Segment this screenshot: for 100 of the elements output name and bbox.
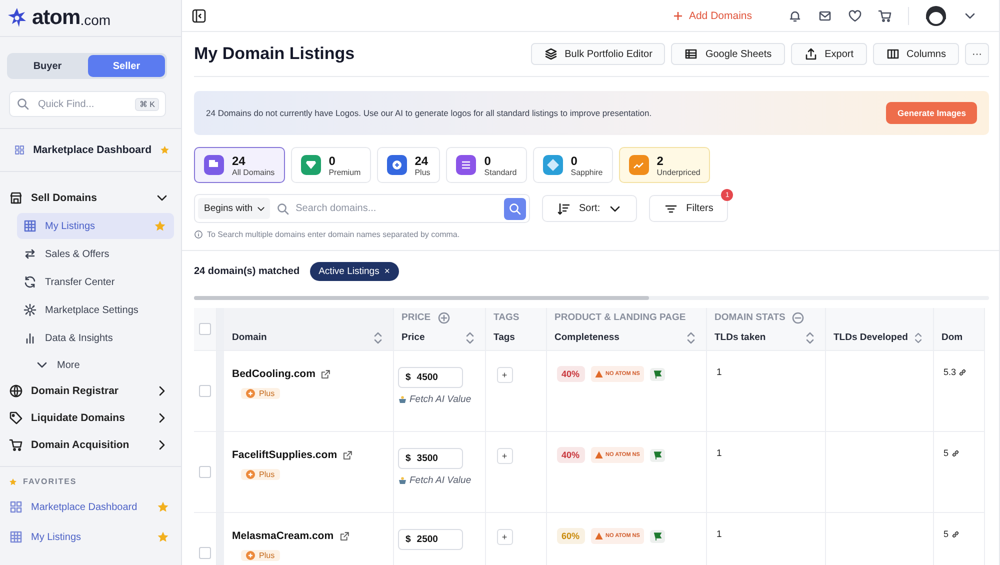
star-icon[interactable] xyxy=(9,478,17,486)
sidebar-item[interactable]: Sales & Offers xyxy=(17,241,174,267)
select-all-checkbox[interactable] xyxy=(198,323,211,335)
logo-wordmark: atom xyxy=(32,6,80,30)
sidebar-item[interactable]: Transfer Center xyxy=(17,269,174,295)
category-tab[interactable]: 24 Plus xyxy=(376,147,440,183)
banner-text: 24 Domains do not currently have Logos. Use our AI to generate logos for all standard listings to improve presentation. xyxy=(206,108,653,118)
logo-suffix: .com xyxy=(80,12,111,28)
column-header[interactable]: Tags xyxy=(494,327,538,348)
toolbar-button[interactable]: Columns xyxy=(872,43,959,65)
add-tag-button[interactable]: + xyxy=(496,448,512,464)
collapse-sidebar-icon[interactable] xyxy=(192,8,206,22)
table-cell-text: 1 xyxy=(716,448,723,459)
category-tab[interactable]: 0 Premium xyxy=(290,147,371,183)
external-link-icon xyxy=(342,450,354,460)
column-group-header: PRODUCT & LANDING PAGE xyxy=(554,312,686,323)
column-group-header: TAGS xyxy=(494,312,520,323)
row-checkbox[interactable] xyxy=(198,547,211,559)
fetch-ai-value-link[interactable]: Fetch AI Value xyxy=(398,475,484,486)
row-checkbox[interactable] xyxy=(198,385,211,397)
domain-name[interactable]: BedCooling.com xyxy=(232,368,316,380)
toolbar-button[interactable]: ··· xyxy=(965,43,989,65)
price-field[interactable]: $ 3500 xyxy=(398,448,462,469)
toolbar-button[interactable]: Bulk Portfolio Editor xyxy=(530,43,666,65)
link-icon xyxy=(958,368,968,376)
tier-badge: Plus xyxy=(241,388,280,399)
search-icon xyxy=(508,202,522,216)
external-link-icon xyxy=(320,368,332,380)
page-title: My Domain Listings xyxy=(194,44,356,64)
table-cell-text: 1 xyxy=(716,367,723,378)
flag-icon xyxy=(650,530,665,542)
star-icon[interactable] xyxy=(157,531,169,543)
info-icon xyxy=(194,230,203,238)
completeness-badge: 40% xyxy=(556,366,585,382)
fetch-ai-value-link[interactable]: Fetch AI Value xyxy=(398,394,484,405)
toolbar-button[interactable]: Google Sheets xyxy=(671,43,785,65)
quick-find-field[interactable]: Quick Find... ⌘ K xyxy=(9,91,166,117)
sheet-icon xyxy=(684,47,698,61)
sidebar-section[interactable]: Sell Domains xyxy=(0,184,181,211)
sidebar-item[interactable]: Marketplace Settings xyxy=(17,297,174,323)
mode-toggle-button[interactable]: Buyer xyxy=(9,55,86,77)
sidebar-section[interactable]: Liquidate Domains xyxy=(0,404,181,431)
category-tab[interactable]: 0 Standard xyxy=(446,147,527,183)
favorite-item[interactable]: My Listings xyxy=(0,522,181,552)
column-header[interactable]: TLDs taken xyxy=(714,327,816,348)
favorite-item[interactable]: Marketplace Dashboard xyxy=(0,492,181,522)
add-tag-button[interactable]: + xyxy=(496,367,512,383)
plus-circle-icon xyxy=(436,310,451,324)
search-icon xyxy=(276,202,290,216)
shortcut-hint: ⌘ K xyxy=(135,98,159,110)
price-field[interactable]: $ 4500 xyxy=(398,367,462,388)
heart-icon[interactable] xyxy=(848,8,862,22)
column-header[interactable]: Price xyxy=(402,327,476,348)
sidebar-item[interactable]: Data & Insights xyxy=(17,325,174,351)
tier-badge: Plus xyxy=(241,469,280,480)
cart-icon[interactable] xyxy=(878,8,892,22)
column-header[interactable]: Completeness xyxy=(554,327,698,348)
search-icon xyxy=(16,97,30,111)
column-group-header: DOMAIN STATS xyxy=(714,312,786,323)
category-tab[interactable]: 0 Sapphire xyxy=(532,147,613,183)
match-mode-dropdown[interactable]: Begins with xyxy=(198,198,270,219)
filters-button[interactable]: Filters xyxy=(649,195,728,222)
price-field[interactable]: $ 2500 xyxy=(398,529,462,550)
category-tab[interactable]: 24 All Domains xyxy=(194,147,285,183)
sort-button[interactable]: Sort: xyxy=(542,195,638,222)
more-toggle[interactable]: More xyxy=(26,353,181,377)
star-icon[interactable] xyxy=(160,144,169,156)
column-group-header: PRICE xyxy=(402,312,431,323)
star-icon[interactable] xyxy=(154,220,166,232)
sidebar-section[interactable]: Domain Acquisition xyxy=(0,431,181,458)
search-button[interactable] xyxy=(504,198,526,220)
filter-chip[interactable]: Active Listings × xyxy=(310,262,399,280)
sidebar-item[interactable]: Marketplace Dashboard xyxy=(0,137,181,163)
domain-name[interactable]: MelasmaCream.com xyxy=(232,530,334,542)
mail-icon[interactable] xyxy=(818,8,832,22)
toolbar-button[interactable]: Export xyxy=(790,43,867,65)
sidebar-section[interactable]: Domain Registrar xyxy=(0,377,181,404)
star-icon[interactable] xyxy=(157,501,169,513)
grid-icon xyxy=(14,143,26,157)
add-tag-button[interactable]: + xyxy=(496,529,512,545)
flag-icon xyxy=(650,448,665,462)
chip-remove[interactable]: × xyxy=(384,266,390,276)
mode-toggle-button[interactable]: Seller xyxy=(88,55,165,77)
external-link-icon xyxy=(338,530,350,542)
domain-name[interactable]: FaceliftSupplies.com xyxy=(232,449,338,461)
add-domains-button[interactable]: Add Domains xyxy=(666,8,758,22)
category-tab[interactable]: 2 Underpriced xyxy=(618,147,710,183)
match-count: 24 domain(s) matched xyxy=(194,266,300,276)
horizontal-scrollbar[interactable] xyxy=(194,296,989,300)
tag-icon xyxy=(9,410,23,424)
swap-arrows-icon xyxy=(23,247,37,261)
tier-badge: Plus xyxy=(241,550,280,561)
table-cell-text: 1 xyxy=(716,529,723,540)
sidebar-item[interactable]: My Listings xyxy=(17,213,174,239)
bell-icon[interactable] xyxy=(788,8,802,22)
plus-icon xyxy=(672,10,683,20)
logo-icon xyxy=(6,7,28,29)
row-checkbox[interactable] xyxy=(198,466,211,478)
avatar-icon[interactable] xyxy=(925,4,947,26)
globe-icon xyxy=(9,384,23,398)
